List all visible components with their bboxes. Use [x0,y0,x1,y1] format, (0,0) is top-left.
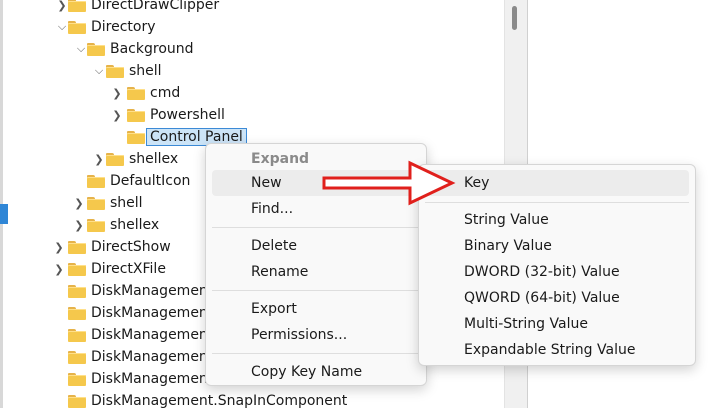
tree-item[interactable]: shellex [87,214,159,236]
folder-icon [87,196,105,210]
submenu-item-multi-string-value[interactable]: Multi-String Value [425,311,689,337]
tree-item-label: shell [129,63,162,79]
tree-item[interactable]: DirectShow [68,236,171,258]
tree-item[interactable]: DiskManagement [68,324,213,346]
folder-icon [68,0,86,12]
menu-item-new[interactable]: New [212,170,420,196]
tree-item[interactable]: DiskManagement.SnapInComponent [68,390,347,408]
folder-icon [127,86,145,100]
tree-item-label: DiskManagement.SnapInComponent [91,393,348,408]
folder-icon [68,372,86,386]
menu-item-copy-key-name[interactable]: Copy Key Name [212,359,420,385]
tree-item[interactable]: shellex [106,148,178,170]
tree-item-label: Directory [91,19,156,35]
tree-item-label: shellex [129,151,179,167]
menu-item-export[interactable]: Export [212,296,420,322]
left-edge-accent [0,204,8,224]
folder-icon [127,130,145,144]
scrollbar-thumb[interactable] [512,6,517,30]
tree-item-label: DirectShow [91,239,171,255]
folder-icon [68,394,86,408]
folder-icon [87,218,105,232]
context-menu: Expand New Find... Delete Rename Export … [205,143,427,386]
tree-item[interactable]: DiskManagement [68,302,213,324]
menu-separator [425,202,689,203]
chevron-down-icon[interactable]: ⌵ [92,60,106,82]
tree-item[interactable]: DiskManagement [68,368,213,390]
tree-item-label: DiskManagement [91,305,214,321]
tree-item-label: DiskManagement [91,349,214,365]
tree-item[interactable]: Directory [68,16,156,38]
folder-icon [68,20,86,34]
folder-icon [127,108,145,122]
tree-item-label: DirectDrawClipper [91,0,220,13]
chevron-right-icon[interactable]: ❯ [72,214,86,236]
folder-icon [106,64,124,78]
folder-icon [68,240,86,254]
folder-icon [68,328,86,342]
tree-item[interactable]: cmd [127,82,180,104]
tree-item-label: DefaultIcon [110,173,191,189]
menu-item-find[interactable]: Find... [212,196,420,222]
tree-item[interactable]: Background [87,38,194,60]
tree-item-label: Background [110,41,194,57]
menu-item-expand: Expand [251,151,310,167]
tree-item-label: shell [110,195,143,211]
menu-separator [212,353,420,354]
menu-item-permissions[interactable]: Permissions... [212,322,420,348]
chevron-right-icon[interactable]: ❯ [52,236,66,258]
tree-item[interactable]: DiskManagement [68,280,213,302]
chevron-down-icon[interactable]: ⌵ [74,38,88,60]
submenu-item-key[interactable]: Key [425,170,689,196]
submenu-item-string-value[interactable]: String Value [425,207,689,233]
menu-item-rename[interactable]: Rename [212,259,420,285]
chevron-right-icon[interactable]: ❯ [72,192,86,214]
tree-item-label: DiskManagement [91,327,214,343]
submenu-item-expandable-string-value[interactable]: Expandable String Value [425,337,689,363]
tree-item[interactable]: DirectDrawClipper [68,0,219,16]
folder-icon [68,284,86,298]
tree-item[interactable]: DefaultIcon [87,170,190,192]
menu-item-delete[interactable]: Delete [212,233,420,259]
tree-item[interactable]: DirectXFile [68,258,166,280]
tree-item-label: shellex [110,217,160,233]
chevron-right-icon[interactable]: ❯ [92,148,106,170]
folder-icon [68,306,86,320]
chevron-right-icon[interactable]: ❯ [110,82,124,104]
tree-item[interactable]: shell [87,192,143,214]
menu-separator [212,227,420,228]
tree-item-label: Powershell [150,107,225,123]
tree-item-label: cmd [150,85,181,101]
submenu-item-binary-value[interactable]: Binary Value [425,233,689,259]
chevron-right-icon[interactable]: ❯ [55,0,69,16]
tree-item-label: DirectXFile [91,261,166,277]
tree-item[interactable]: Powershell [127,104,225,126]
folder-icon [106,152,124,166]
folder-icon [87,174,105,188]
tree-item[interactable]: DiskManagement [68,346,213,368]
submenu-item-qword-value[interactable]: QWORD (64-bit) Value [425,285,689,311]
menu-separator [212,290,420,291]
new-submenu: Key String Value Binary Value DWORD (32-… [418,164,696,366]
folder-icon [87,42,105,56]
folder-icon [68,350,86,364]
chevron-right-icon[interactable]: ❯ [52,258,66,280]
chevron-right-icon[interactable]: ❯ [110,104,124,126]
tree-item[interactable]: shell [106,60,162,82]
submenu-item-dword-value[interactable]: DWORD (32-bit) Value [425,259,689,285]
folder-icon [68,262,86,276]
tree-item-label: DiskManagement [91,283,214,299]
chevron-down-icon[interactable]: ⌵ [55,16,69,38]
tree-item-label: DiskManagement [91,371,214,387]
